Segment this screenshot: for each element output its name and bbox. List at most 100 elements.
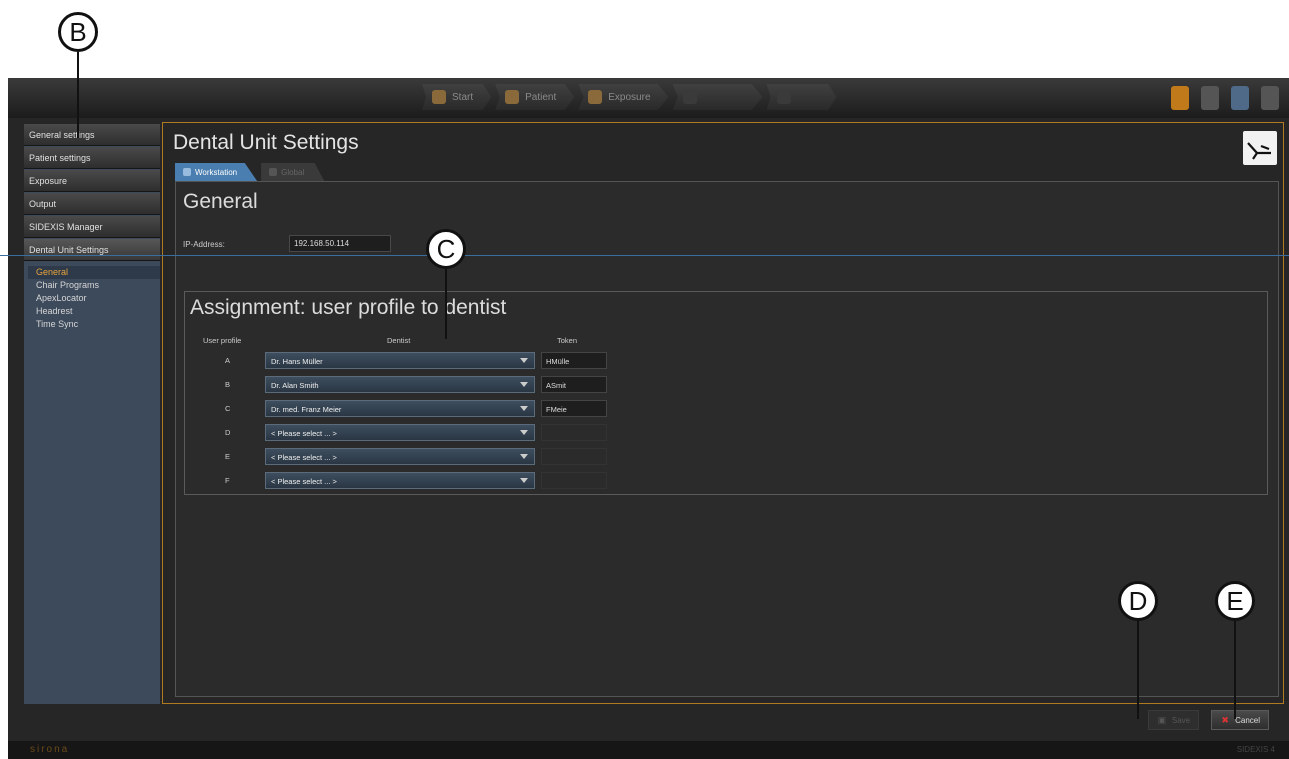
row-profile: D: [225, 428, 231, 437]
dental-chair-icon: [1243, 131, 1277, 165]
callout-b-leader: [77, 52, 79, 138]
row-profile: A: [225, 356, 231, 365]
column-header-dentist: Dentist: [387, 336, 411, 345]
save-button[interactable]: ▣ Save: [1147, 710, 1200, 730]
tab-strip: Workstation Global: [175, 163, 325, 181]
row-profile: C: [225, 404, 231, 413]
dentist-select[interactable]: < Please select ... >: [265, 448, 535, 465]
sidebar-subitem-general[interactable]: General: [28, 266, 160, 279]
sidebar-subitem-headrest[interactable]: Headrest: [36, 305, 160, 318]
sidebar-item-output[interactable]: Output: [24, 193, 160, 215]
tab-workstation[interactable]: Workstation: [175, 163, 258, 181]
callout-d-leader: [1137, 621, 1139, 719]
dentist-select[interactable]: Dr. med. Franz Meier: [265, 400, 535, 417]
token-field[interactable]: HMülle: [541, 352, 607, 369]
assignment-group: Assignment: user profile to dentist User…: [184, 291, 1268, 495]
chevron-down-icon: [520, 478, 528, 483]
sidebar-item-label: Patient settings: [29, 152, 91, 163]
app-window: Start Patient Exposure General settings …: [8, 78, 1289, 759]
dentist-select-value: Dr. Hans Müller: [271, 357, 323, 366]
callout-c-leader: [445, 269, 447, 339]
callout-d: D: [1118, 581, 1158, 621]
workflow-bar: Start Patient Exposure: [422, 84, 837, 110]
dentist-select-value: Dr. Alan Smith: [271, 381, 319, 390]
chevron-down-icon: [520, 358, 528, 363]
patient-icon: [505, 90, 520, 104]
version-label: SIDEXIS 4: [1236, 745, 1275, 754]
tab-label: Global: [281, 167, 305, 177]
sidebar-item-exposure[interactable]: Exposure: [24, 170, 160, 192]
chevron-down-icon: [520, 406, 528, 411]
assignment-title: Assignment: user profile to dentist: [190, 296, 507, 319]
ip-address-field[interactable]: 192.168.50.114: [289, 235, 391, 252]
workflow-step-label: Start: [452, 91, 474, 103]
workflow-step-exposure[interactable]: Exposure: [578, 84, 669, 110]
token-field[interactable]: [541, 424, 607, 441]
settings-panel: General IP-Address: 192.168.50.114 Assig…: [175, 181, 1279, 697]
cancel-button[interactable]: ✖ Cancel: [1211, 710, 1269, 730]
sidebar-item-label: General settings: [29, 129, 95, 140]
global-icon: [269, 168, 278, 176]
tooth-icon[interactable]: [1201, 86, 1219, 110]
save-button-label: Save: [1171, 715, 1191, 725]
sidebar-subitem-apexlocator[interactable]: ApexLocator: [36, 292, 160, 305]
dialog-buttons: ▣ Save ✖ Cancel: [1147, 710, 1269, 730]
dentist-select[interactable]: < Please select ... >: [265, 424, 535, 441]
workflow-step-start[interactable]: Start: [422, 84, 492, 110]
callout-e: E: [1215, 581, 1255, 621]
top-toolbar: Start Patient Exposure: [8, 78, 1289, 118]
step-icon: [776, 90, 791, 104]
chevron-down-icon: [520, 454, 528, 459]
dentist-select-value: Dr. med. Franz Meier: [271, 405, 342, 414]
workflow-step-patient[interactable]: Patient: [495, 84, 575, 110]
dentist-select-value: < Please select ... >: [271, 453, 337, 462]
token-field[interactable]: ASmit: [541, 376, 607, 393]
callout-e-leader: [1234, 621, 1236, 719]
tab-label: Workstation: [195, 167, 238, 177]
dentist-select[interactable]: Dr. Hans Müller: [265, 352, 535, 369]
save-icon: ▣: [1157, 715, 1167, 725]
top-right-icons: [1171, 86, 1279, 110]
chevron-down-icon: [520, 430, 528, 435]
workflow-step-label: Patient: [525, 91, 557, 103]
sidebar-sublist: General Chair Programs ApexLocator Headr…: [24, 262, 160, 331]
workflow-step-4: [672, 84, 763, 110]
start-icon: [432, 90, 446, 104]
row-profile: E: [225, 452, 231, 461]
exposure-icon: [588, 90, 603, 104]
token-field[interactable]: FMeie: [541, 400, 607, 417]
user-icon[interactable]: [1261, 86, 1279, 110]
token-field[interactable]: [541, 472, 607, 489]
callout-b: B: [58, 12, 98, 52]
token-field[interactable]: [541, 448, 607, 465]
dentist-select[interactable]: Dr. Alan Smith: [265, 376, 535, 393]
sidebar-subitem-time-sync[interactable]: Time Sync: [36, 318, 160, 331]
sidebar-item-general-settings[interactable]: General settings: [24, 124, 160, 146]
sidebar-item-dental-unit-settings[interactable]: Dental Unit Settings: [24, 239, 160, 261]
sidebar-item-label: Dental Unit Settings: [29, 244, 109, 255]
chevron-down-icon: [520, 382, 528, 387]
tab-global[interactable]: Global: [261, 163, 325, 181]
workflow-step-5: [766, 84, 837, 110]
sidebar-item-sidexis-manager[interactable]: SIDEXIS Manager: [24, 216, 160, 238]
step-icon: [682, 90, 697, 104]
sidebar-subitem-chair-programs[interactable]: Chair Programs: [36, 279, 160, 292]
dentist-select-value: < Please select ... >: [271, 477, 337, 486]
ip-address-label: IP-Address:: [183, 240, 225, 249]
section-title-general: General: [183, 190, 258, 213]
book-icon[interactable]: [1171, 86, 1189, 110]
sidebar-item-patient-settings[interactable]: Patient settings: [24, 147, 160, 169]
brand-logo: sirona: [30, 744, 70, 755]
callout-c: C: [426, 229, 466, 269]
dentist-select[interactable]: < Please select ... >: [265, 472, 535, 489]
sidebar-item-label: SIDEXIS Manager: [29, 221, 103, 232]
cancel-icon: ✖: [1221, 715, 1229, 725]
cancel-button-label: Cancel: [1235, 715, 1260, 725]
column-header-token: Token: [557, 336, 578, 345]
reference-line: [0, 255, 1289, 256]
settings-content: Dental Unit Settings Workstation Global …: [162, 122, 1284, 704]
document-icon[interactable]: [1231, 86, 1249, 110]
row-profile: F: [225, 476, 230, 485]
page-title: Dental Unit Settings: [173, 131, 359, 154]
sidebar-item-label: Output: [29, 198, 57, 209]
